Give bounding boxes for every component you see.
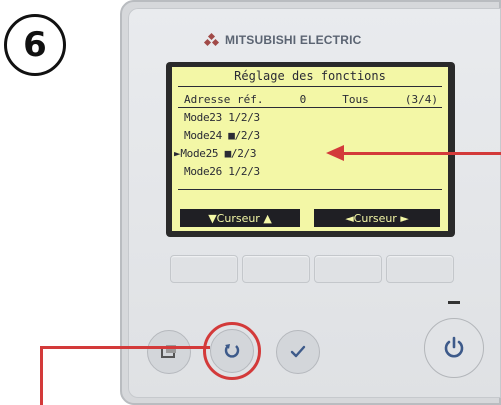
mode-value: ■/2/3 xyxy=(224,147,257,160)
softkey-cursor-horizontal: ◄Curseur ► xyxy=(314,209,440,227)
mode-value: 1/2/3 xyxy=(228,165,260,178)
address-value: 0 xyxy=(299,93,307,106)
mode-value: ■/2/3 xyxy=(228,129,260,142)
mode-row: Mode26 1/2/3 xyxy=(184,165,260,178)
pointer-arrow-head xyxy=(326,145,344,161)
callout-line xyxy=(40,346,43,405)
function-button-f2[interactable] xyxy=(242,255,310,283)
mode-value: 1/2/3 xyxy=(228,111,260,124)
confirm-button[interactable] xyxy=(276,330,320,374)
lcd-screen: Réglage des fonctions Adresse réf. 0 Tou… xyxy=(172,67,448,231)
mode-label: Mode24 xyxy=(184,129,222,142)
pointer-arrow-line xyxy=(342,152,501,155)
mode-label: Mode23 xyxy=(184,111,222,124)
brand-label: MITSUBISHI ELECTRIC xyxy=(203,30,395,50)
power-led xyxy=(448,301,460,304)
mode-row-selected: ►Mode25 ■/2/3 xyxy=(174,147,257,160)
mitsubishi-logo-icon xyxy=(203,32,220,47)
menu-button[interactable] xyxy=(147,330,191,374)
step-number: 6 xyxy=(4,14,66,76)
function-button-f1[interactable] xyxy=(170,255,238,283)
callout-line xyxy=(40,346,210,349)
function-button-f3[interactable] xyxy=(314,255,382,283)
brand-name: MITSUBISHI ELECTRIC xyxy=(225,33,362,47)
address-label: Adresse réf. xyxy=(184,93,264,106)
lcd-title: Réglage des fonctions xyxy=(234,69,386,83)
page-indicator: (3/4) xyxy=(404,93,438,106)
power-button[interactable] xyxy=(424,318,484,378)
mode-row: Mode23 1/2/3 xyxy=(184,111,260,124)
lcd-divider xyxy=(178,86,442,87)
mode-label: ►Mode25 xyxy=(174,147,219,160)
lcd-softkeys: ▼Curseur ▲ ◄Curseur ► xyxy=(172,209,448,229)
lcd-divider xyxy=(178,189,442,190)
scope-value: Tous xyxy=(342,93,369,106)
power-icon xyxy=(444,336,464,358)
mode-row: Mode24 ■/2/3 xyxy=(184,129,260,142)
lcd-divider xyxy=(178,107,442,108)
mode-label: Mode26 xyxy=(184,165,222,178)
lcd-header: Adresse réf. 0 Tous (3/4) xyxy=(184,93,448,106)
highlight-ring xyxy=(203,322,261,380)
softkey-cursor-vertical: ▼Curseur ▲ xyxy=(180,209,300,227)
check-icon xyxy=(290,345,306,358)
function-button-f4[interactable] xyxy=(386,255,454,283)
